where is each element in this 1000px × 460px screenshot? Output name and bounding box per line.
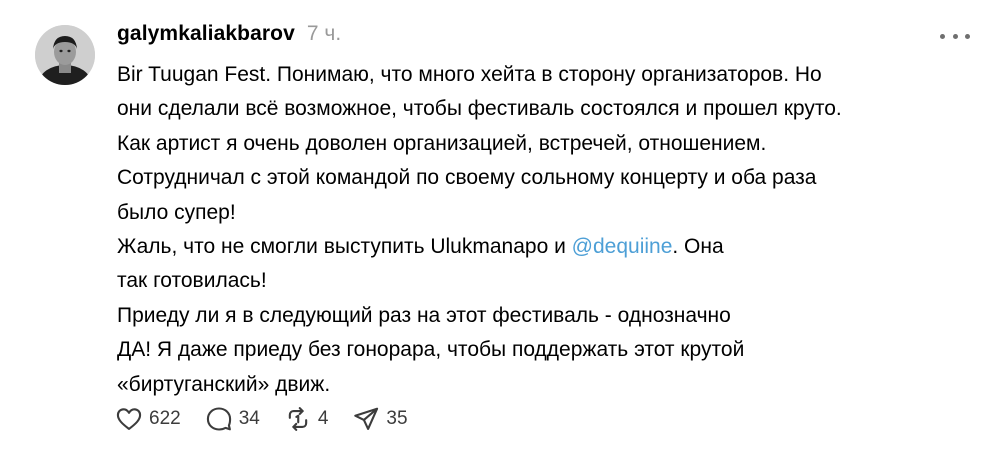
comment-icon bbox=[206, 407, 231, 431]
post-line: так готовилась! bbox=[117, 269, 267, 293]
post-text-segment: . Она bbox=[672, 235, 724, 259]
post-text-segment: Жаль, что не смогли выступить Ulukmanapo… bbox=[117, 235, 572, 259]
repost-count: 4 bbox=[317, 408, 329, 429]
post-line: Сотрудничал с этой командой по своему со… bbox=[117, 166, 817, 190]
heart-icon bbox=[116, 408, 142, 430]
like-button[interactable]: 622 bbox=[115, 405, 181, 433]
post-line: они сделали всё возможное, чтобы фестива… bbox=[117, 97, 842, 121]
send-icon bbox=[354, 407, 379, 430]
like-count: 622 bbox=[149, 408, 181, 429]
share-button[interactable]: 35 bbox=[352, 405, 408, 433]
share-count: 35 bbox=[386, 408, 408, 429]
avatar[interactable] bbox=[35, 25, 95, 85]
post-line: Приеду ли я в следующий раз на этот фест… bbox=[117, 303, 731, 327]
more-options-button[interactable] bbox=[940, 26, 970, 46]
reply-button[interactable]: 34 bbox=[205, 405, 260, 433]
post-line: Bir Tuugan Fest. Понимаю, что много хейт… bbox=[117, 63, 822, 86]
post-line: «биртуганский» движ. bbox=[117, 372, 331, 396]
more-dots-icon bbox=[940, 33, 945, 39]
post-line: ДА! Я даже приеду без гонорара, чтобы по… bbox=[117, 338, 745, 362]
username[interactable]: galymkaliakbarov bbox=[117, 22, 295, 46]
mention-link[interactable]: @dequiine bbox=[572, 235, 673, 258]
post-text: Bir Tuugan Fest. Понимаю, что много хейт… bbox=[117, 58, 977, 402]
repost-icon bbox=[288, 407, 308, 431]
repost-button[interactable]: 4 bbox=[284, 405, 329, 433]
more-dots-icon bbox=[952, 33, 958, 39]
timestamp: 7 ч. bbox=[306, 22, 342, 45]
post-header: galymkaliakbarov 7 ч. bbox=[117, 22, 341, 46]
more-dots-icon bbox=[965, 33, 970, 39]
thread-post: galymkaliakbarov 7 ч. Bir Tuugan Fest. П… bbox=[0, 0, 1000, 460]
action-bar: 622 34 4 35 bbox=[115, 405, 432, 433]
post-line-with-mention: Жаль, что не смогли выступить Ulukmanapo… bbox=[117, 230, 977, 264]
reply-count: 34 bbox=[238, 408, 260, 429]
post-line: было супер! bbox=[117, 200, 236, 224]
post-line: Как артист я очень доволен организацией,… bbox=[117, 131, 767, 155]
